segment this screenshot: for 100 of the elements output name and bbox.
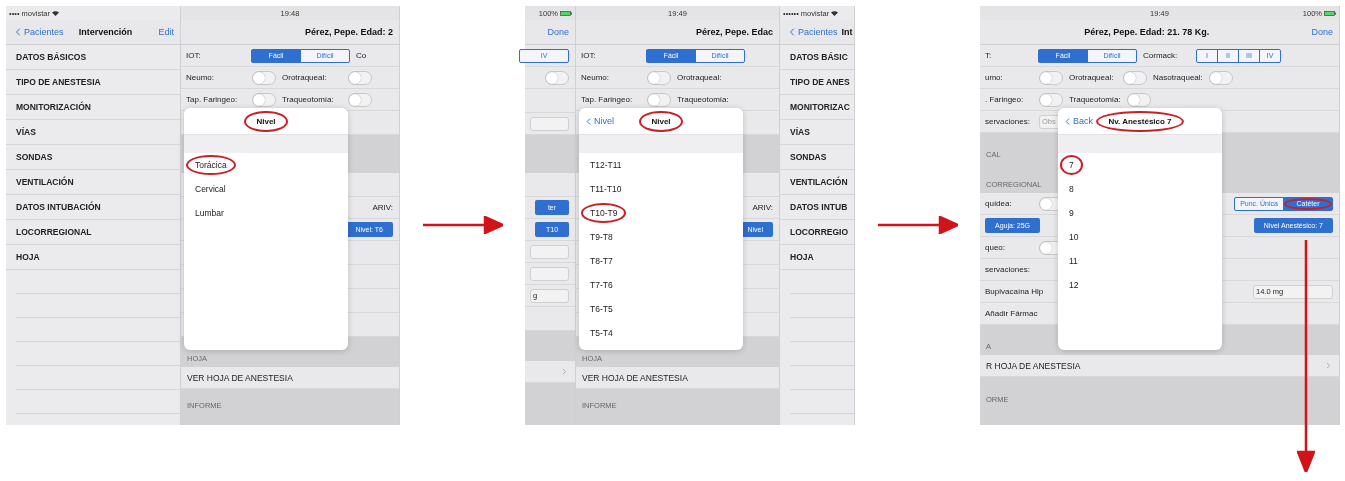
field-label: T:: [985, 51, 993, 60]
back-link[interactable]: Pacientes: [786, 26, 838, 38]
field-label: Neumo:: [186, 73, 215, 82]
field-label: IOT:: [581, 51, 597, 60]
popover-option[interactable]: 12: [1060, 275, 1088, 295]
sidebar-item[interactable]: DATOS INTUB: [780, 195, 854, 220]
field-label: umo:: [985, 73, 1004, 82]
sidebar-item[interactable]: VÍAS: [6, 120, 180, 145]
annotation-ellipse: [1284, 197, 1332, 210]
toggle-switch[interactable]: [348, 70, 372, 85]
popover-option[interactable]: 8: [1060, 179, 1083, 199]
toggle-switch[interactable]: [348, 92, 372, 107]
popover-option[interactable]: Torácica: [186, 155, 236, 175]
nav-title: Intervención: [78, 27, 133, 37]
back-link[interactable]: Back: [1062, 115, 1097, 127]
nav-title: Pérez, Pepe. Edad: 2: [304, 27, 393, 37]
field-label: Orotraqueal:: [1069, 73, 1115, 82]
field-label: Añadir Fármac: [985, 309, 1038, 318]
field-label: Neumo:: [581, 73, 610, 82]
field-label: Traqueotomía:: [677, 95, 730, 104]
input-field[interactable]: [530, 244, 569, 259]
toggle-switch[interactable]: [1039, 70, 1063, 85]
wifi-icon: [51, 10, 59, 16]
field-label: IOT:: [186, 51, 202, 60]
popover-option[interactable]: T6-T5: [581, 299, 622, 319]
back-link[interactable]: Pacientes: [12, 26, 64, 38]
sidebar-item[interactable]: SONDAS: [780, 145, 854, 170]
popover-option[interactable]: 10: [1060, 227, 1088, 247]
field-label: Tap. Faringeo:: [581, 95, 634, 104]
toggle-switch[interactable]: [545, 70, 569, 85]
input-field[interactable]: [530, 116, 569, 131]
row-label: VER HOJA DE ANESTESIA: [582, 372, 688, 383]
popover-title: Nivel: [244, 110, 288, 132]
back-link[interactable]: Nivel: [583, 115, 640, 127]
sidebar-item[interactable]: VENTILACIÓN: [780, 170, 854, 195]
popover-option[interactable]: Cervical: [186, 179, 235, 199]
toggle-switch[interactable]: [1208, 70, 1233, 85]
toggle-switch[interactable]: [1126, 92, 1151, 107]
sidebar-item[interactable]: TIPO DE ANESTESIA: [6, 70, 180, 95]
sidebar-item[interactable]: LOCORREGIONAL: [6, 220, 180, 245]
toggle-switch[interactable]: [647, 70, 671, 85]
toggle-switch[interactable]: [647, 92, 671, 107]
popover-option[interactable]: T12-T11: [581, 155, 631, 175]
field-label: . Faringeo:: [985, 95, 1025, 104]
nav-title: Pérez, Pepe. Edad: 21. 78 Kg.: [1084, 27, 1210, 37]
nav-title: Pérez, Pepe. Edac: [695, 27, 773, 37]
field-label: ARIV:: [372, 203, 393, 212]
popover-option[interactable]: T5-T4: [581, 323, 622, 343]
sidebar-item[interactable]: MONITORIZAC: [780, 95, 854, 120]
field-label: Cormack:: [1143, 51, 1179, 60]
field-label: servaciones:: [985, 265, 1031, 274]
field-label: Traqueotomía:: [1069, 95, 1121, 104]
list-row-link[interactable]: VER HOJA DE ANESTESIA: [181, 367, 399, 389]
toggle-switch[interactable]: [252, 92, 276, 107]
popover-option[interactable]: Lumbar: [186, 203, 233, 223]
battery-icon: [1324, 10, 1336, 16]
field-label: Tap. Faringeo:: [186, 95, 239, 104]
field-label: Bupivacaína Hip: [985, 287, 1044, 296]
sidebar-item[interactable]: TIPO DE ANES: [780, 70, 854, 95]
chevron-icon: [1324, 361, 1333, 370]
row-label: VER HOJA DE ANESTESIA: [187, 372, 293, 383]
toggle-switch[interactable]: [1123, 70, 1147, 85]
nav-action-link[interactable]: Done: [547, 27, 569, 37]
field-label: Orotraqueal:: [282, 73, 328, 82]
sidebar-item[interactable]: DATOS INTUBACIÓN: [6, 195, 180, 220]
toggle-switch[interactable]: [1039, 92, 1063, 107]
field-label: Co: [356, 51, 368, 60]
toggle-switch[interactable]: [252, 70, 276, 85]
sidebar-item[interactable]: VENTILACIÓN: [6, 170, 180, 195]
annotation-ellipse: [581, 203, 627, 223]
nav-action-link[interactable]: Done: [1311, 27, 1333, 37]
sidebar-item[interactable]: LOCORREGIO: [780, 220, 854, 245]
popover-option[interactable]: T9-T8: [581, 227, 622, 247]
popover-title: Nivel: [639, 110, 683, 132]
popover-title: Nv. Anestésico 7: [1096, 110, 1184, 132]
input-field[interactable]: [530, 266, 569, 281]
sidebar-item[interactable]: DATOS BÁSICOS: [6, 45, 180, 70]
popover-option[interactable]: 11: [1060, 251, 1087, 271]
sidebar-item[interactable]: MONITORIZACIÓN: [6, 95, 180, 120]
popover-option[interactable]: T10-T9: [581, 203, 627, 223]
list-row-link[interactable]: [525, 361, 575, 383]
field-label: ARIV:: [752, 203, 773, 212]
field-label: queo:: [985, 243, 1007, 252]
wifi-icon: [831, 10, 839, 16]
field-label: Nasotraqueal:: [1153, 73, 1203, 82]
popover-option[interactable]: T8-T7: [581, 251, 622, 271]
field-label: servaciones:: [985, 117, 1031, 126]
popover-option[interactable]: 9: [1060, 203, 1083, 223]
annotation-ellipse: [1060, 155, 1083, 175]
sidebar-item[interactable]: VÍAS: [780, 120, 854, 145]
nav-title: Int: [841, 27, 853, 37]
nav-action-link[interactable]: Edit: [158, 27, 174, 37]
sidebar-item[interactable]: DATOS BÁSIC: [780, 45, 854, 70]
field-label: Orotraqueal:: [677, 73, 723, 82]
popover-option[interactable]: T11-T10: [581, 179, 631, 199]
popover-option[interactable]: 7: [1060, 155, 1083, 175]
list-row-link[interactable]: R HOJA DE ANESTESIA: [980, 355, 1339, 377]
list-row-link[interactable]: VER HOJA DE ANESTESIA: [576, 367, 779, 389]
popover-option[interactable]: T7-T6: [581, 275, 622, 295]
sidebar-item[interactable]: SONDAS: [6, 145, 180, 170]
